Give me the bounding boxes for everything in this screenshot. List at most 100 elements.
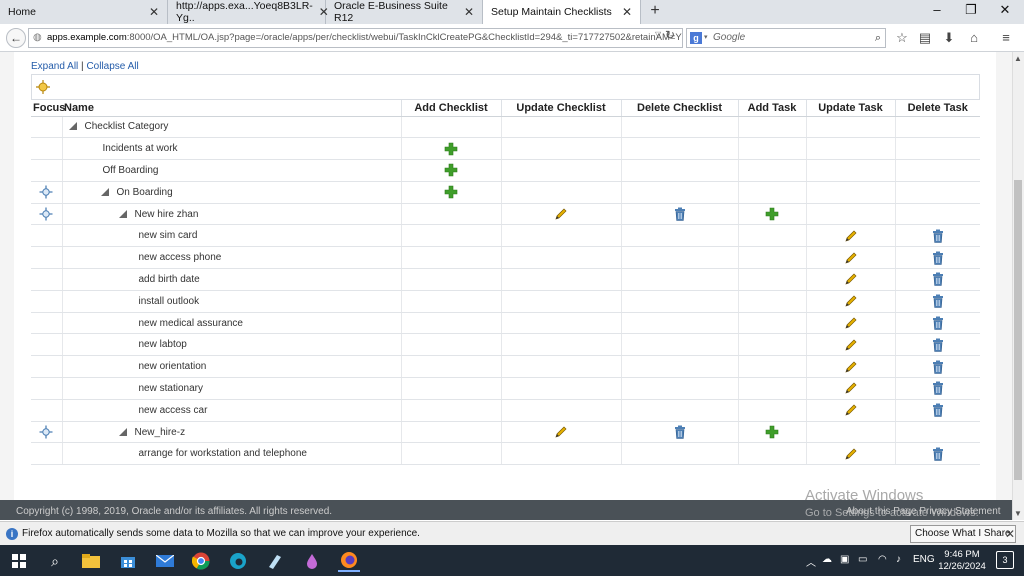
pencil-icon[interactable] [844, 447, 858, 461]
bookmark-star-icon[interactable]: ☆ [893, 29, 911, 47]
add-icon[interactable] [765, 425, 779, 439]
trash-icon[interactable] [673, 207, 687, 221]
pencil-icon[interactable] [844, 316, 858, 330]
pencil-icon[interactable] [844, 381, 858, 395]
close-icon[interactable]: ✕ [1005, 527, 1015, 541]
close-icon[interactable]: ✕ [464, 5, 474, 19]
notepad-icon[interactable] [264, 550, 286, 572]
search-icon[interactable]: ⌕ [875, 29, 881, 47]
chevron-down-icon[interactable]: ▾ [704, 29, 708, 47]
focus-icon[interactable] [39, 185, 53, 199]
close-icon[interactable]: ✕ [622, 5, 632, 19]
name-cell: arrange for workstation and telephone [61, 442, 401, 466]
restore-button[interactable]: ❐ [956, 2, 986, 18]
pencil-icon[interactable] [844, 229, 858, 243]
new-tab-button[interactable]: + [645, 2, 665, 20]
trash-icon[interactable] [931, 294, 945, 309]
pencil-icon[interactable] [844, 403, 858, 417]
expand-triangle-icon[interactable] [118, 427, 127, 436]
trash-icon[interactable] [931, 229, 945, 243]
home-icon[interactable]: ⌂ [965, 29, 983, 47]
pencil-icon[interactable] [844, 360, 858, 374]
add-icon[interactable] [444, 142, 458, 156]
trash-icon[interactable] [931, 251, 945, 265]
add-icon[interactable] [765, 207, 779, 221]
reload-icon[interactable]: ↻ [665, 28, 675, 42]
focus-icon[interactable] [39, 425, 53, 439]
choose-what-i-share-button[interactable]: Choose What I Share [910, 525, 1016, 543]
collapse-all-link[interactable]: Collapse All [86, 61, 138, 72]
expand-triangle-icon[interactable] [118, 209, 127, 218]
pencil-icon[interactable] [844, 272, 858, 286]
pencil-icon[interactable] [554, 425, 568, 439]
chrome-icon[interactable] [190, 550, 212, 572]
minimize-button[interactable]: – [922, 2, 952, 17]
wifi-icon[interactable]: ◠ [878, 554, 887, 565]
security-icon[interactable]: ▣ [840, 554, 849, 565]
add-icon[interactable] [444, 163, 458, 177]
network-icon[interactable]: ▭ [858, 554, 867, 565]
tab-home[interactable]: Home ✕ [0, 0, 168, 24]
search-input[interactable]: g ▾ Google ⌕ [686, 28, 886, 48]
trash-icon[interactable] [931, 447, 945, 461]
add-checklist-cell [400, 355, 501, 379]
pencil-icon[interactable] [844, 251, 858, 265]
delete-checklist-cell [620, 312, 738, 335]
scrollbar-thumb[interactable] [1014, 180, 1022, 480]
window-close-button[interactable]: ✕ [990, 2, 1020, 18]
scroll-down-icon[interactable]: ▼ [1013, 509, 1023, 518]
pencil-icon[interactable] [844, 338, 858, 352]
table-row: add birth date [31, 268, 980, 291]
trash-icon[interactable] [931, 316, 945, 330]
copyright-text: Copyright (c) 1998, 2019, Oracle and/or … [16, 506, 333, 517]
about-page-link[interactable]: About this Page [846, 506, 917, 517]
scroll-up-icon[interactable]: ▲ [1013, 54, 1023, 63]
add-icon[interactable] [444, 185, 458, 199]
file-explorer-icon[interactable] [80, 550, 102, 572]
windows-start-icon[interactable] [8, 550, 30, 572]
trash-icon[interactable] [673, 425, 687, 439]
update-checklist-cell [500, 377, 621, 400]
trash-icon[interactable] [931, 272, 945, 287]
language-indicator[interactable]: ENG [913, 554, 935, 565]
firefox-icon[interactable] [338, 550, 360, 572]
tab-setup-maintain-checklists[interactable]: Setup Maintain Checklists ✕ [483, 0, 641, 24]
clock[interactable]: 9:46 PM 12/26/2024 [934, 549, 990, 573]
url-bar[interactable]: ◍ apps.example.com:8000/OA_HTML/OA.jsp?p… [28, 28, 683, 48]
table-row: new labtop [31, 333, 980, 357]
trash-icon[interactable] [931, 381, 945, 396]
trash-icon[interactable] [931, 338, 945, 352]
update-task-cell [805, 246, 895, 270]
focus-root-icon[interactable] [36, 80, 50, 94]
dropdown-arrow-icon[interactable]: ▽ [655, 30, 661, 39]
privacy-statement-link[interactable]: Privacy Statement [919, 506, 1000, 517]
trash-icon[interactable] [931, 360, 945, 374]
mail-icon[interactable] [154, 550, 176, 572]
close-icon[interactable]: ✕ [149, 5, 159, 19]
expand-all-link[interactable]: Expand All [31, 61, 78, 72]
search-engine-icon[interactable]: g [690, 32, 702, 44]
action-center-icon[interactable]: 3 [996, 551, 1014, 569]
tab-apps-example[interactable]: http://apps.exa...Yoeq8B3LR-Yg.. ✕ [168, 0, 329, 24]
back-arrow-icon[interactable]: ← [6, 28, 26, 48]
trash-icon[interactable] [931, 403, 945, 418]
cloud-icon[interactable]: ☁ [822, 554, 832, 565]
expand-triangle-icon[interactable] [100, 187, 109, 196]
volume-icon[interactable]: ♪ [896, 554, 901, 565]
reader-list-icon[interactable]: ▤ [916, 29, 934, 47]
search-placeholder: Google [713, 32, 746, 43]
focus-icon[interactable] [39, 207, 53, 221]
tab-oracle-ebs[interactable]: Oracle E-Business Suite R12 ✕ [326, 0, 483, 24]
search-icon[interactable]: ⌕ [44, 550, 66, 572]
download-icon[interactable]: ⬇ [940, 29, 958, 47]
show-hidden-icons-icon[interactable]: ︿ [806, 554, 816, 569]
delete-task-cell [894, 137, 980, 161]
expand-triangle-icon[interactable] [68, 122, 77, 131]
paint-icon[interactable] [301, 550, 323, 572]
pencil-icon[interactable] [844, 294, 858, 308]
pencil-icon[interactable] [554, 207, 568, 221]
edge-icon[interactable] [227, 550, 249, 572]
focus-cell [31, 333, 62, 357]
menu-icon[interactable]: ≡ [997, 29, 1015, 47]
store-icon[interactable] [117, 550, 139, 572]
